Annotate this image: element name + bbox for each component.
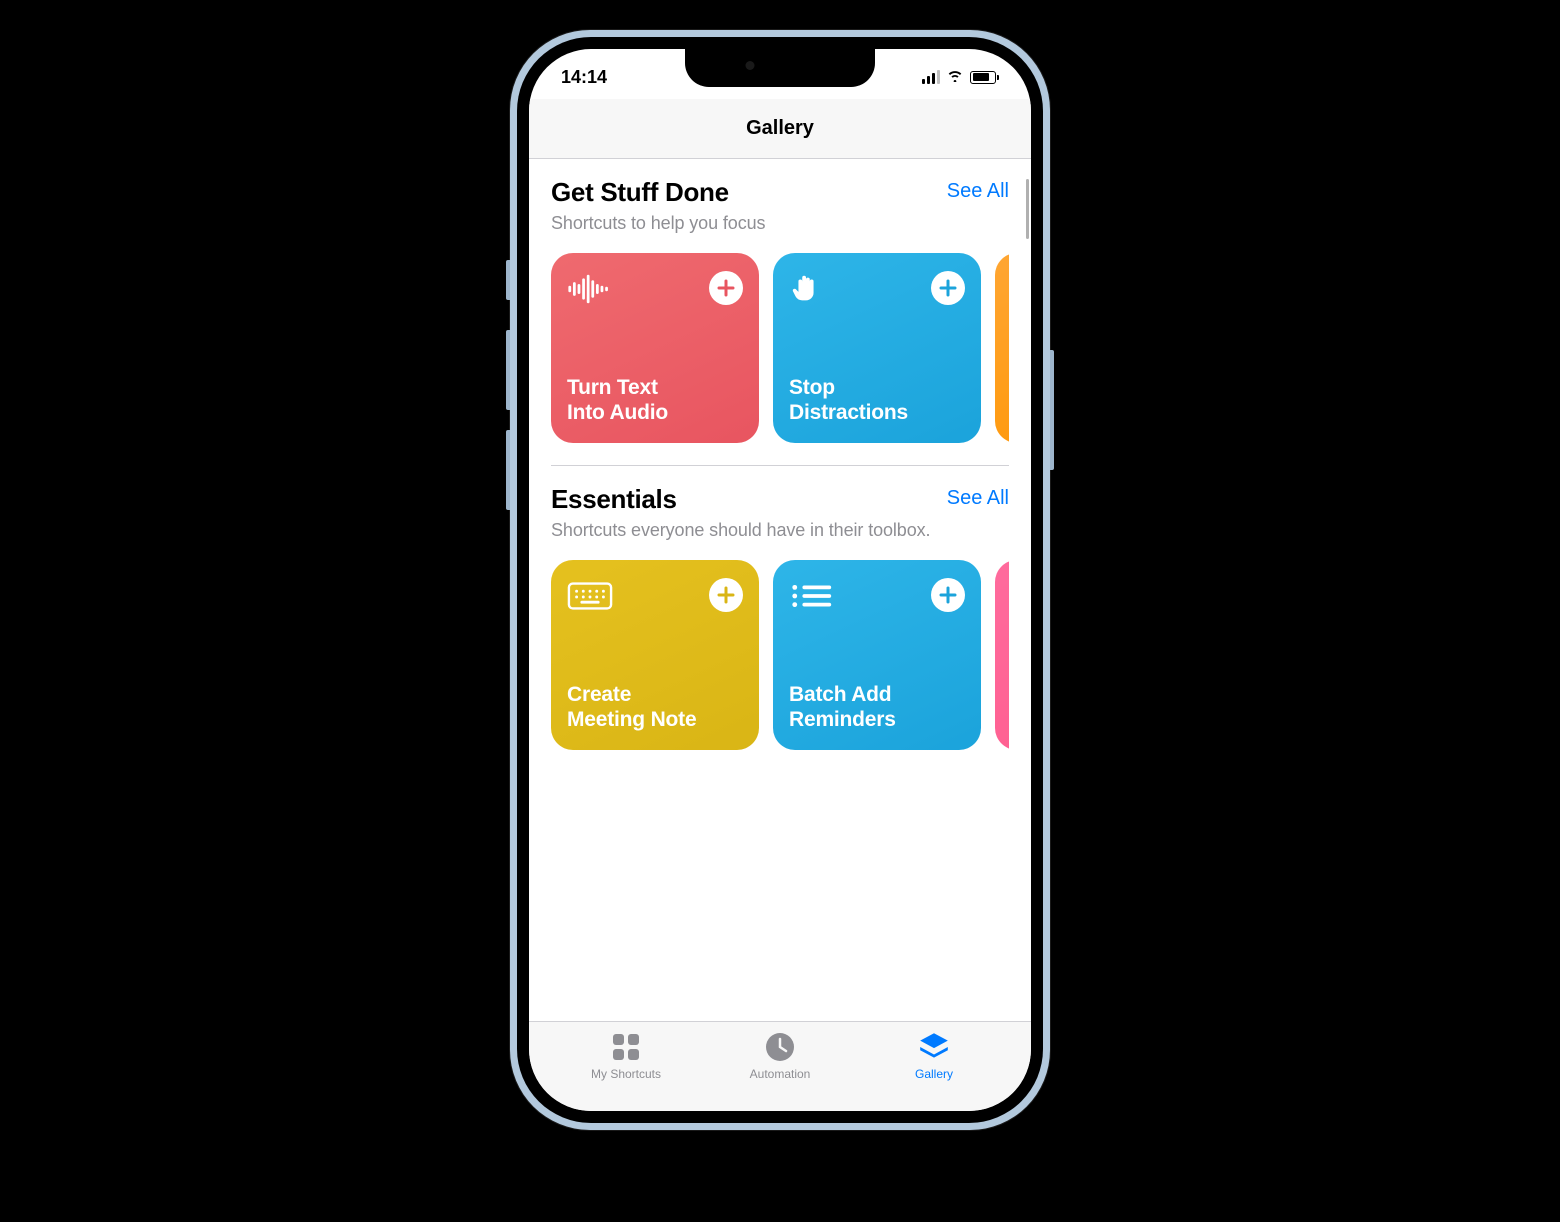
waveform-icon xyxy=(567,271,613,307)
card-label: Turn Text Into Audio xyxy=(567,375,743,425)
content-area[interactable]: Get Stuff Done See All Shortcuts to help… xyxy=(529,159,1031,1021)
card-label: Stop Distractions xyxy=(789,375,965,425)
phone-frame: 14:14 Gallery xyxy=(510,30,1050,1130)
section-get-stuff-done: Get Stuff Done See All Shortcuts to help… xyxy=(529,159,1031,443)
wifi-icon xyxy=(946,68,964,87)
add-button[interactable] xyxy=(709,271,743,305)
section-subtitle: Shortcuts everyone should have in their … xyxy=(551,519,1009,542)
shortcut-card-peek[interactable] xyxy=(995,560,1009,750)
clock-icon xyxy=(764,1030,796,1064)
see-all-link[interactable]: See All xyxy=(947,180,1009,203)
volume-down-button xyxy=(506,430,510,510)
tab-bar: My Shortcuts Automation Gallery xyxy=(529,1021,1031,1111)
cards-row[interactable]: Turn Text Into Audio Sto xyxy=(551,253,1009,443)
hand-icon xyxy=(789,271,835,307)
shortcut-card-batch-add-reminders[interactable]: Batch Add Reminders xyxy=(773,560,981,750)
grid-icon xyxy=(610,1030,642,1064)
section-title: Get Stuff Done xyxy=(551,177,729,208)
keyboard-icon xyxy=(567,578,613,614)
phone-bezel: 14:14 Gallery xyxy=(517,37,1043,1123)
tab-automation[interactable]: Automation xyxy=(703,1030,857,1111)
tab-label: Gallery xyxy=(915,1067,953,1081)
battery-icon xyxy=(970,71,999,84)
see-all-link[interactable]: See All xyxy=(947,487,1009,510)
list-icon xyxy=(789,578,835,614)
tab-gallery[interactable]: Gallery xyxy=(857,1030,1011,1111)
status-icons xyxy=(922,68,999,87)
tab-my-shortcuts[interactable]: My Shortcuts xyxy=(549,1030,703,1111)
shortcut-card-peek[interactable] xyxy=(995,253,1009,443)
notch xyxy=(685,49,875,87)
tab-label: My Shortcuts xyxy=(591,1067,661,1081)
page-title: Gallery xyxy=(746,117,814,140)
section-essentials: Essentials See All Shortcuts everyone sh… xyxy=(529,466,1031,750)
section-title: Essentials xyxy=(551,484,677,515)
cards-row[interactable]: Create Meeting Note Batc xyxy=(551,560,1009,750)
tab-label: Automation xyxy=(750,1067,811,1081)
mute-switch xyxy=(506,260,510,300)
stack-icon xyxy=(917,1030,951,1064)
section-subtitle: Shortcuts to help you focus xyxy=(551,212,1009,235)
add-button[interactable] xyxy=(709,578,743,612)
card-label: Batch Add Reminders xyxy=(789,682,965,732)
add-button[interactable] xyxy=(931,578,965,612)
card-label: Create Meeting Note xyxy=(567,682,743,732)
shortcut-card-turn-text-into-audio[interactable]: Turn Text Into Audio xyxy=(551,253,759,443)
add-button[interactable] xyxy=(931,271,965,305)
status-time: 14:14 xyxy=(561,67,607,88)
volume-up-button xyxy=(506,330,510,410)
section-header: Essentials See All xyxy=(551,484,1009,515)
section-header: Get Stuff Done See All xyxy=(551,177,1009,208)
nav-header: Gallery xyxy=(529,99,1031,159)
scroll-indicator[interactable] xyxy=(1026,179,1029,239)
power-button xyxy=(1050,350,1054,470)
shortcut-card-create-meeting-note[interactable]: Create Meeting Note xyxy=(551,560,759,750)
cellular-signal-icon xyxy=(922,70,940,84)
shortcut-card-stop-distractions[interactable]: Stop Distractions xyxy=(773,253,981,443)
screen: 14:14 Gallery xyxy=(529,49,1031,1111)
